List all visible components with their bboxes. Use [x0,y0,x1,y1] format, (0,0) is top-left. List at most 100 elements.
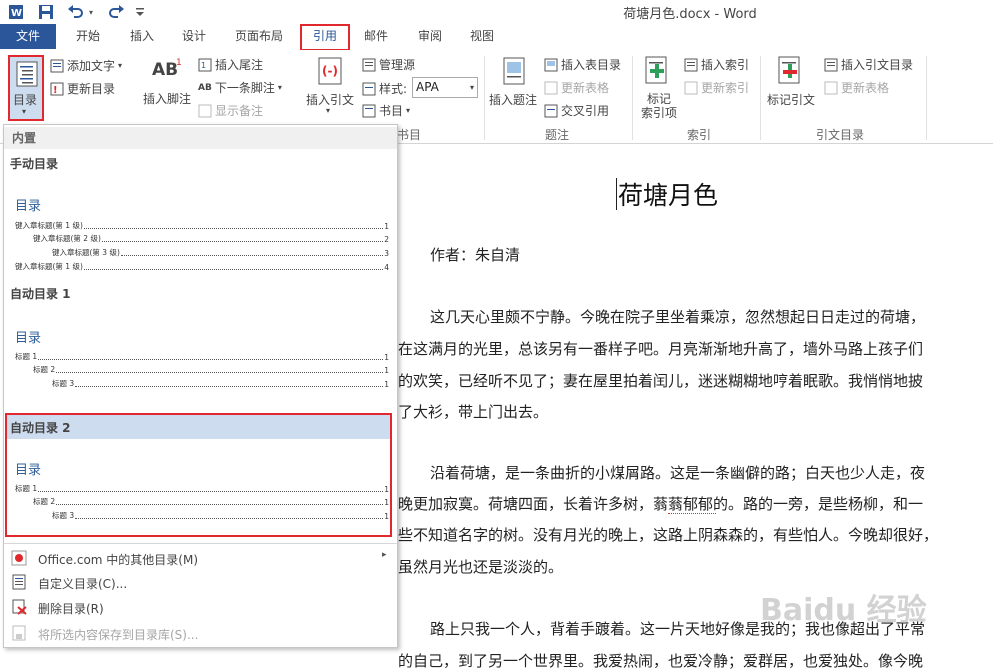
manage-sources-button[interactable]: 管理源 [362,56,415,73]
remove-toc-menu-item[interactable]: 删除目录(R) [4,596,397,618]
index-group-label: 索引 [686,128,711,142]
save-to-gallery-label: 将所选内容保存到目录库(S)... [38,628,199,642]
title-bar: W ▾ 荷塘月色.docx - Word [0,0,993,24]
toc-row: 键入章标题(第 3 级) 3 [52,248,389,258]
tab-view[interactable]: 视图 [460,24,504,49]
doc-line: 虽然月光也还是淡淡的。 [398,558,564,576]
save-to-gallery-menu-item[interactable]: 将所选内容保存到目录库(S)... [4,622,397,644]
add-text-label: 添加文字 [67,59,116,73]
redo-icon[interactable] [106,2,126,22]
tab-insert[interactable]: 插入 [120,24,164,49]
office-icon [11,550,27,566]
update-index-icon [684,81,698,94]
mark-entry-icon [645,56,671,89]
add-text-icon [50,59,64,72]
insert-endnote-button[interactable]: 1 插入尾注 [198,56,263,73]
group-divider [926,56,927,140]
style-label: 样式: [379,82,408,96]
menu-divider [4,543,397,544]
document-title: 荷塘月色 [618,181,719,210]
doc-line: 的欢笑，已经听不见了；妻在屋里拍着闰儿，迷迷糊糊地哼着眠歌。我悄悄地披 [398,372,924,390]
tab-mailings[interactable]: 邮件 [354,24,398,49]
auto-toc-1-option[interactable]: 自动目录 1 目录 标题 11 标题 21 标题 31 [4,281,397,395]
bibliography-button[interactable]: 书目 ▾ [362,102,410,119]
group-divider [760,56,761,140]
next-footnote-button[interactable]: AB 下一条脚注 ▾ [198,79,282,96]
manage-sources-icon [362,58,376,71]
mark-entry-label-2[interactable]: 索引项 [641,104,677,121]
toc-row: 键入章标题(第 1 级) 1 [15,221,389,231]
toc-gallery-dropdown: 内置 手动目录 目录 键入章标题(第 1 级) 1 键入章标题(第 2 级) 2 键… [3,124,398,648]
update-toc-label: 更新目录 [67,82,116,96]
insert-toa-label: 插入引文目录 [841,58,914,72]
style-icon [362,82,376,95]
tab-page-layout[interactable]: 页面布局 [226,24,292,49]
toc-row: 标题 21 [33,365,389,375]
insert-table-of-figures-button[interactable]: 插入表目录 [544,56,621,73]
update-table-button[interactable]: 更新表格 [544,79,609,96]
remove-toc-label: 删除目录(R) [38,602,104,616]
toc-row: 键入章标题(第 1 级) 4 [15,262,389,272]
auto-toc-2-option[interactable]: 自动目录 2 目录 标题 11 标题 21 标题 31 [5,413,392,537]
toc-row: 标题 31 [52,511,389,521]
group-divider [484,56,485,140]
update-toc-button[interactable]: ! 更新目录 [50,80,115,97]
toc-button[interactable]: 目录 ▾ [8,55,44,121]
auto-toc-2-heading: 目录 [15,463,42,478]
toc-button-label: 目录 [13,93,38,107]
insert-toa-button[interactable]: 插入引文目录 [824,56,913,73]
svg-text:(-): (-) [322,64,338,78]
references-tab-highlight [300,24,350,51]
cross-reference-button[interactable]: 交叉引用 [544,102,609,119]
update-toc-icon: ! [50,82,64,96]
insert-table-of-figures-label: 插入表目录 [561,58,622,72]
insert-index-label: 插入索引 [701,58,750,72]
toc-row: 键入章标题(第 2 级) 2 [33,234,389,244]
citations-group-label: 书目 [396,128,421,142]
cross-reference-icon [544,104,558,117]
bibliography-label: 书目 [379,104,404,118]
insert-endnote-label: 插入尾注 [215,58,264,72]
add-text-button[interactable]: 添加文字 ▾ [50,57,122,74]
insert-toa-icon [824,58,838,71]
update-index-label: 更新索引 [701,81,750,95]
insert-caption-button[interactable]: 插入题注 [489,91,537,108]
update-toa-icon [824,81,838,94]
style-select[interactable]: APA ▾ [412,77,478,98]
tab-home[interactable]: 开始 [66,24,110,49]
custom-toc-menu-item[interactable]: 自定义目录(C)... [4,571,397,593]
undo-dropdown-icon[interactable]: ▾ [86,2,96,22]
svg-text:1: 1 [201,61,206,70]
save-icon [12,625,26,641]
auto-toc-1-heading: 目录 [15,331,42,346]
show-notes-button[interactable]: 显示备注 [198,102,263,119]
delete-icon [12,599,27,615]
insert-index-button[interactable]: 插入索引 [684,56,749,73]
save-icon[interactable] [36,2,56,22]
tab-review[interactable]: 审阅 [408,24,452,49]
mark-citation-button[interactable]: 标记引文 [767,91,815,108]
update-toa-button[interactable]: 更新表格 [824,79,889,96]
manual-toc-title: 手动目录 [10,157,59,171]
more-tocs-office-menu-item[interactable]: Office.com 中的其他目录(M) ▸ [4,547,397,569]
toc-row: 标题 11 [15,484,389,494]
customize-quick-access-icon[interactable] [130,2,150,22]
update-table-icon [544,81,558,94]
cross-reference-label: 交叉引用 [561,104,610,118]
tab-file[interactable]: 文件 [0,24,56,49]
spelling-underline [668,511,716,514]
undo-icon[interactable] [66,2,86,22]
update-index-button[interactable]: 更新索引 [684,79,749,96]
text-cursor [616,178,617,210]
chevron-right-icon: ▸ [382,550,387,560]
update-table-label: 更新表格 [561,81,610,95]
doc-line: 了大衫，带上门出去。 [398,403,549,421]
manual-toc-option[interactable]: 手动目录 目录 键入章标题(第 1 级) 1 键入章标题(第 2 级) 2 键入章标… [4,151,397,289]
document-icon [12,574,26,590]
next-footnote-icon: AB [198,82,212,93]
tab-design[interactable]: 设计 [172,24,216,49]
insert-footnote-button[interactable]: 插入脚注 [143,90,191,107]
doc-line: 在这满月的光里，总该另有一番样子吧。月亮渐渐地升高了，墙外马路上孩子们 [398,340,924,358]
svg-text:W: W [11,8,22,19]
watermark: Baidu 经验 [760,593,927,628]
